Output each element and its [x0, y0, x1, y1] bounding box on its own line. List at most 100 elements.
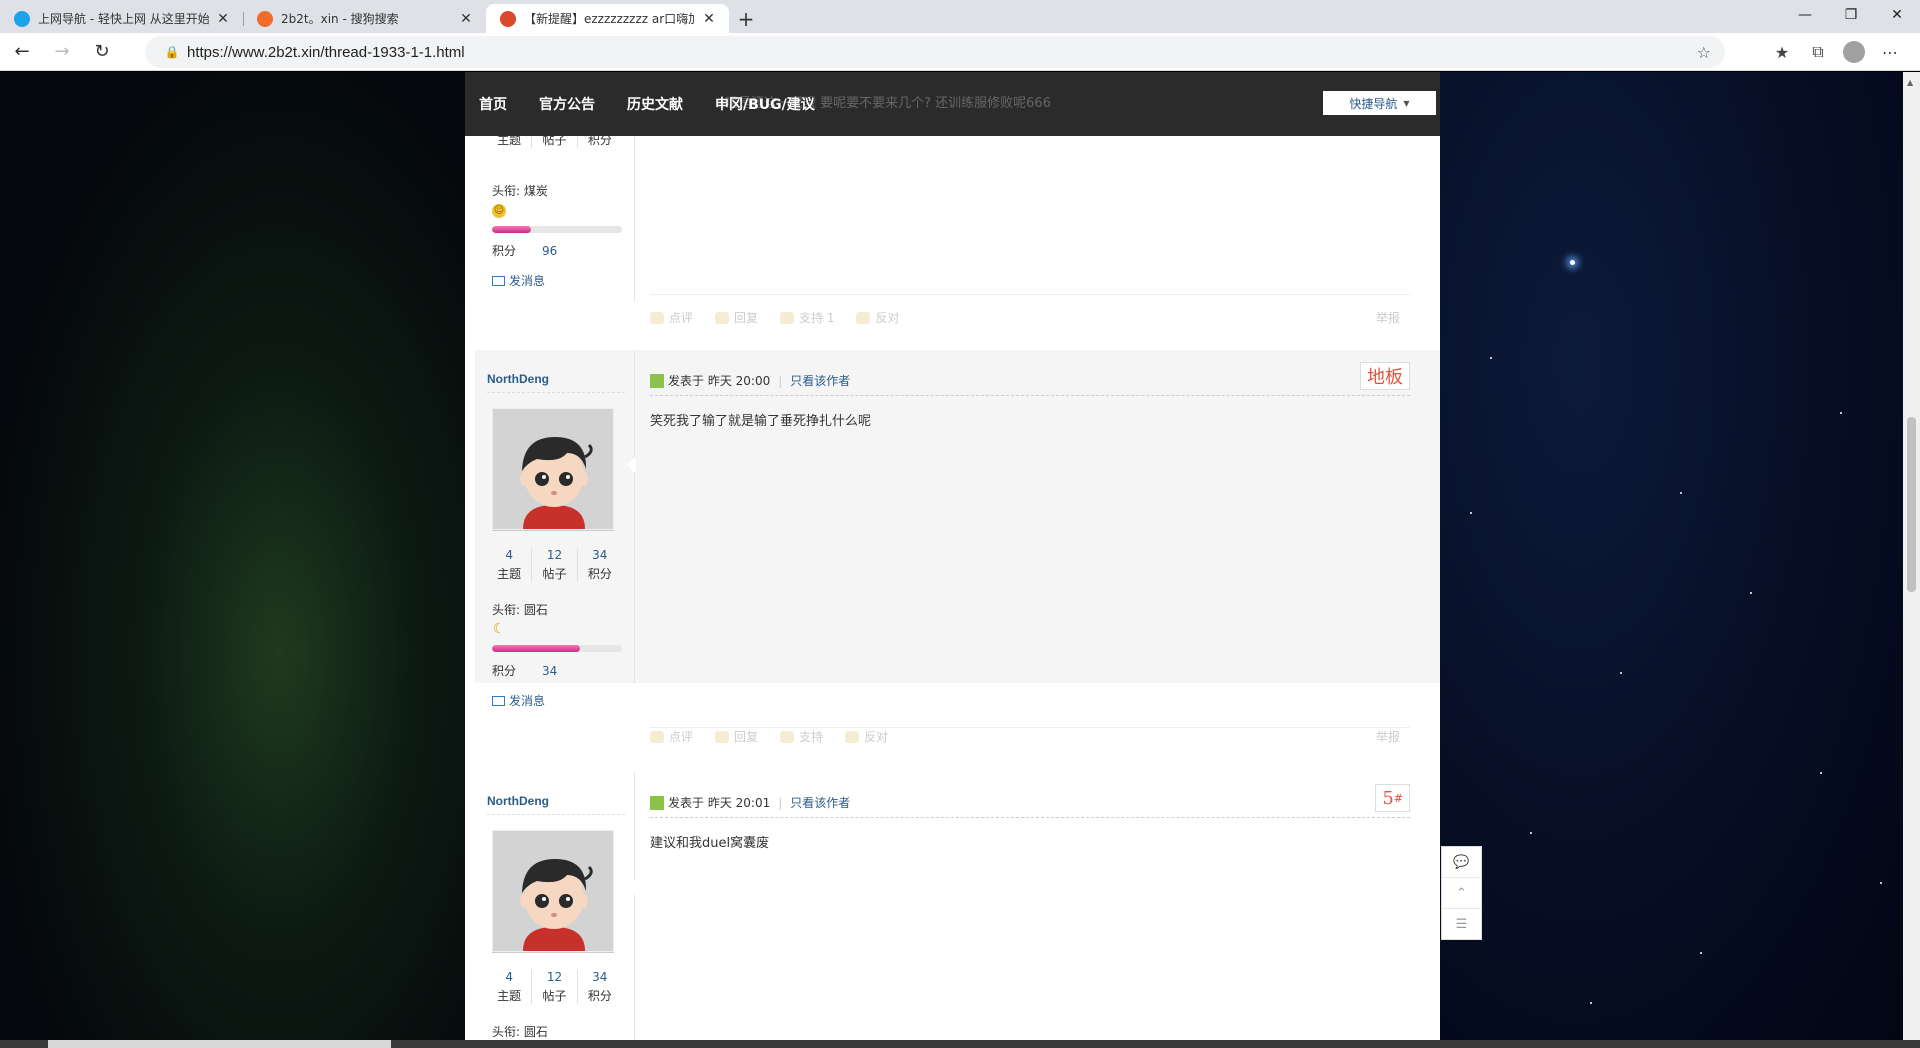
- collections-icon[interactable]: ⧉: [1800, 37, 1836, 67]
- points-count[interactable]: 34: [578, 970, 622, 984]
- nav-appeal-bug[interactable]: 申冈/BUG/建议: [715, 94, 815, 114]
- post-main: 发表于 昨天 20:00 | 只看该作者 地板 笑死我了输了就是输了垂死挣扎什么…: [650, 350, 1425, 683]
- points-count[interactable]: 34: [578, 548, 622, 562]
- post-main: 发表于 昨天 20:01 | 只看该作者 5 # 建议和我duel窝囊废: [650, 772, 1425, 1040]
- oppose-button[interactable]: 反对: [856, 309, 900, 326]
- profile-avatar-icon[interactable]: [1843, 41, 1865, 63]
- post-actions: 点评 回复 支持 反对 举报: [650, 728, 1410, 745]
- floating-tools: 💬 ⌃ ☰: [1441, 846, 1482, 940]
- nav-home[interactable]: 首页: [479, 94, 507, 114]
- background-left: [0, 72, 465, 1040]
- floor-badge[interactable]: 5 #: [1375, 784, 1410, 812]
- title-value: 煤炭: [523, 184, 548, 198]
- close-tab-icon[interactable]: ✕: [701, 11, 717, 27]
- report-link[interactable]: 举报: [1376, 728, 1400, 745]
- points-caption: 积分: [492, 664, 517, 678]
- add-favorite-icon[interactable]: ☆: [1697, 43, 1711, 62]
- restore-icon[interactable]: ❐: [1828, 0, 1874, 30]
- send-message-link[interactable]: 发消息: [492, 272, 545, 289]
- close-tab-icon[interactable]: ✕: [215, 11, 231, 27]
- tab-title: 【新提醒】ezzzzzzzzz ar口嗨加速: [524, 12, 695, 26]
- nav-history[interactable]: 历史文献: [627, 94, 683, 114]
- tab-title: 上网导航 - 轻快上网 从这里开始: [38, 12, 209, 26]
- posts-count[interactable]: 12: [532, 970, 576, 984]
- sogou-favicon-icon: [257, 10, 273, 27]
- rate-button[interactable]: 点评: [650, 728, 693, 745]
- chevron-down-icon: ▼: [1403, 98, 1410, 108]
- author-username[interactable]: NorthDeng: [487, 372, 549, 386]
- reply-label: 回复: [734, 311, 759, 325]
- reply-button[interactable]: 回复: [715, 309, 758, 326]
- back-button[interactable]: ←: [4, 36, 40, 68]
- title-prefix: 头衔:: [492, 184, 524, 198]
- quick-reply-icon[interactable]: 💬: [1442, 847, 1481, 878]
- star-dot: [1750, 592, 1752, 594]
- post-floor-2: NorthDeng 4 主题 12 帖子 34 积分 头衔: 圆石 ☾ 积分 3…: [475, 350, 1440, 683]
- send-message-link[interactable]: 发消息: [492, 692, 545, 709]
- report-link[interactable]: 举报: [1376, 309, 1400, 326]
- support-button[interactable]: 支持: [780, 728, 823, 745]
- send-message-label: 发消息: [509, 274, 546, 288]
- thumbs-up-icon: [780, 311, 795, 324]
- rate-button[interactable]: 点评: [650, 309, 693, 326]
- reply-button[interactable]: 回复: [715, 728, 758, 745]
- minimize-icon[interactable]: —: [1782, 0, 1828, 30]
- avatar-boy-icon: [493, 409, 613, 529]
- nav-announcements[interactable]: 官方公告: [539, 94, 595, 114]
- window-controls: — ❐ ✕: [1782, 0, 1920, 30]
- points-value: 96: [542, 244, 558, 258]
- lock-icon[interactable]: 🔒: [157, 45, 187, 59]
- close-tab-icon[interactable]: ✕: [458, 11, 474, 27]
- quick-nav-dropdown[interactable]: 快捷导航 ▼: [1323, 91, 1436, 115]
- floor-badge[interactable]: 地板: [1360, 362, 1410, 390]
- list-view-icon[interactable]: ☰: [1442, 909, 1481, 940]
- user-title: 头衔: 煤炭: [492, 182, 548, 199]
- username-divider: [487, 814, 625, 815]
- only-author-link[interactable]: 只看该作者: [790, 372, 850, 389]
- author-sidebar: NorthDeng: [475, 350, 636, 683]
- tab-sogou-search[interactable]: 2b2t。xin - 搜狗搜索 ✕: [243, 4, 486, 33]
- post-meta: 发表于 昨天 20:00 | 只看该作者: [650, 372, 850, 389]
- reply-label: 回复: [734, 730, 759, 744]
- tab-title: 2b2t。xin - 搜狗搜索: [281, 12, 399, 26]
- support-button[interactable]: 支持 1: [780, 309, 834, 326]
- background-right: [1440, 72, 1903, 1040]
- more-menu-icon[interactable]: ⋯: [1872, 37, 1908, 67]
- post-time: 昨天 20:00: [707, 374, 771, 388]
- post-time: 昨天 20:01: [707, 796, 771, 810]
- posted-at-label: 发表于: [668, 374, 705, 388]
- new-tab-button[interactable]: +: [729, 4, 763, 33]
- title-prefix: 头衔:: [492, 603, 524, 617]
- rate-icon: [650, 730, 664, 743]
- oppose-button[interactable]: 反对: [845, 728, 888, 745]
- address-bar[interactable]: 🔒 https://www.2b2t.xin/thread-1933-1-1.h…: [145, 36, 1725, 68]
- envelope-icon: [492, 695, 505, 706]
- forum-content: 1主题 17帖子 96积分 头衔: 煤炭 ☺ 积分96 发消息 点评 回复 支持…: [465, 72, 1440, 1040]
- close-window-icon[interactable]: ✕: [1874, 0, 1920, 30]
- thumbs-up-icon: [780, 730, 795, 743]
- star-dot: [1680, 492, 1682, 494]
- topics-count[interactable]: 4: [487, 548, 531, 562]
- topics-count[interactable]: 4: [487, 970, 531, 984]
- star-dot: [1590, 1002, 1592, 1004]
- avatar[interactable]: [492, 830, 614, 952]
- reload-button[interactable]: ↻: [84, 36, 120, 68]
- back-to-top-icon[interactable]: ⌃: [1442, 878, 1481, 909]
- forum-top-nav: 呢是还这一呢哦 要呢要不要来几个? 还训练服修败呢666 首页 官方公告 历史文…: [465, 72, 1440, 136]
- tab-thread[interactable]: 【新提醒】ezzzzzzzzz ar口嗨加速 ✕: [486, 4, 729, 33]
- forward-button[interactable]: →: [44, 36, 80, 68]
- floor-number: 5: [1382, 787, 1394, 809]
- rate-label: 点评: [669, 311, 694, 325]
- author-username[interactable]: NorthDeng: [487, 794, 549, 808]
- tab-navigation[interactable]: 上网导航 - 轻快上网 从这里开始 ✕: [0, 4, 243, 33]
- avatar[interactable]: [492, 408, 614, 530]
- posts-count[interactable]: 12: [532, 548, 576, 562]
- scroll-up-icon[interactable]: ▲: [1907, 78, 1913, 87]
- page-scrollbar[interactable]: ▲: [1903, 72, 1920, 1040]
- author-stats: 4 主题 12 帖子 34 积分: [487, 970, 622, 1004]
- points-value: 34: [542, 664, 558, 678]
- favorites-icon[interactable]: ★: [1764, 37, 1800, 67]
- only-author-link[interactable]: 只看该作者: [790, 794, 850, 811]
- scrollbar-thumb[interactable]: [1907, 417, 1916, 592]
- star-dot: [1840, 412, 1842, 414]
